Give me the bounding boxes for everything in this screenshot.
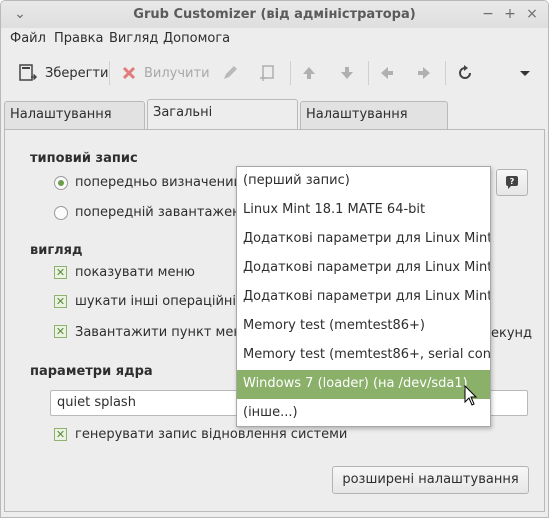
arrow-down-icon [341,67,353,79]
radio-predefined[interactable] [54,176,68,190]
main-window: Grub Customizer (від адміністратора) ⌄ −… [0,0,549,518]
default-entry-heading: типовий запис [30,151,138,166]
look-for-other-os-label: шукати інші операційні си [75,294,256,309]
mouse-cursor-icon [464,385,478,406]
window-menu-icon[interactable]: ⌄ [11,5,29,23]
dropdown-arrow-icon [520,71,530,76]
dropdown-item[interactable]: Додаткові параметри для Linux Mint 18...… [237,254,490,283]
appearance-heading: вигляд [30,243,83,258]
default-entry-dropdown-list: (перший запис) Linux Mint 18.1 MATE 64-b… [236,166,491,427]
dropdown-item[interactable]: Memory test (memtest86+, serial console.… [237,341,490,370]
move-left-button[interactable] [378,59,396,87]
tab-appearance-settings[interactable]: Налаштування вигляду [300,101,448,148]
advanced-settings-button[interactable]: розширені налаштування [332,466,529,494]
dropdown-item[interactable]: (інше...) [237,399,490,428]
save-button[interactable]: Зберегти [17,59,108,87]
menu-view[interactable]: Вигляд [109,31,158,46]
checkbox-show-menu[interactable]: ✕ [54,266,67,279]
delete-icon [122,66,136,80]
move-right-button[interactable] [415,59,433,87]
help-icon: ? [506,176,518,189]
tab-list-settings[interactable]: Налаштування списку [4,101,145,148]
show-menu-label: показувати меню [75,265,195,280]
move-up-button[interactable] [300,59,318,87]
kernel-params-heading: параметри ядра [30,364,153,379]
create-entry-button[interactable] [257,59,277,87]
move-down-button[interactable] [338,59,356,87]
more-options-button[interactable] [518,59,532,87]
menu-edit[interactable]: Правка [54,31,103,46]
menu-bar: Файл Правка Вигляд Допомога [1,28,548,50]
toolbar-separator [445,61,446,85]
minimize-button[interactable]: − [479,5,497,23]
save-label: Зберегти [45,65,109,81]
toolbar-separator [109,61,110,85]
tab-general-settings[interactable]: Загальні налаштування [147,99,298,146]
dropdown-item[interactable]: Memory test (memtest86+) [237,312,490,341]
toolbar-separator [290,61,291,85]
refresh-icon [459,65,471,79]
checkbox-generate-recovery[interactable]: ✕ [54,428,67,441]
new-entry-icon [260,65,274,81]
edit-button[interactable] [220,59,240,87]
maximize-button[interactable]: + [501,5,519,23]
arrow-right-icon [418,67,430,79]
delete-button[interactable]: Вилучити [120,59,210,87]
pencil-icon [224,66,237,79]
dropdown-item[interactable]: Додаткові параметри для Linux Mint 18...… [237,225,490,254]
toolbar-separator [368,61,369,85]
help-button[interactable]: ? [496,169,528,196]
radio-previous-booted[interactable] [54,206,68,220]
menu-file[interactable]: Файл [10,31,46,46]
help-question-mark: ? [510,177,515,186]
checkbox-boot-default-after[interactable]: ✕ [54,325,67,338]
save-icon [19,64,38,81]
dropdown-item-selected[interactable]: Windows 7 (loader) (на /dev/sda1) [237,370,490,399]
dropdown-item[interactable]: (перший запис) [237,167,490,196]
delete-label: Вилучити [144,65,210,81]
toolbar: Зберегти Вилучити [1,51,548,95]
window-title: Grub Customizer (від адміністратора) [133,7,416,22]
dropdown-item[interactable]: Linux Mint 18.1 MATE 64-bit [237,196,490,225]
reload-button[interactable] [455,59,475,87]
dropdown-item[interactable]: Додаткові параметри для Linux Mint 18...… [237,283,490,312]
arrow-left-icon [381,67,393,79]
predefined-label: попередньо визначений: [75,175,247,190]
seconds-suffix: екунд [491,326,533,341]
menu-help[interactable]: Допомога [163,31,230,46]
previous-booted-label: попередній завантажений [75,205,258,220]
close-button[interactable]: × [523,5,541,23]
checkbox-look-for-other-os[interactable]: ✕ [54,295,67,308]
generate-recovery-label: генерувати запис відновлення системи [75,427,348,442]
title-bar[interactable]: Grub Customizer (від адміністратора) ⌄ −… [1,1,548,28]
arrow-up-icon [303,67,315,79]
